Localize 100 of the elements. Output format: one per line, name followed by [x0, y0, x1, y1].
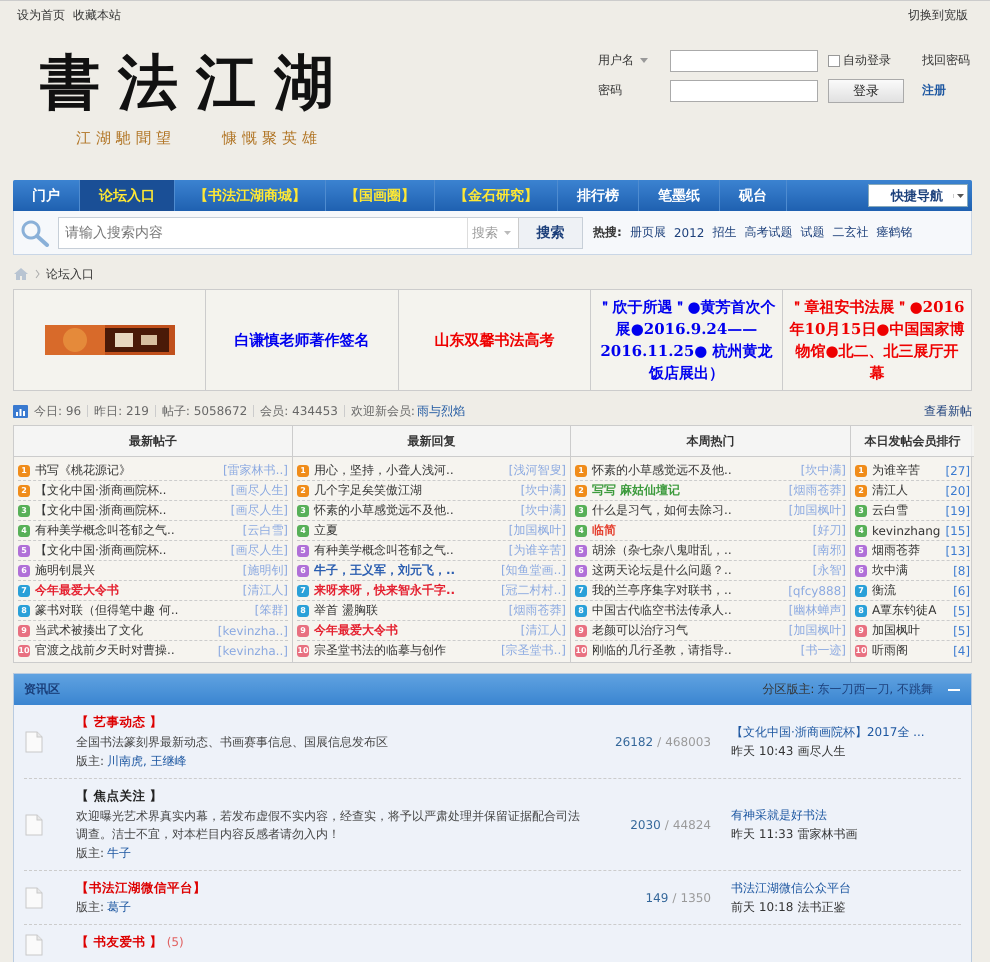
member-link[interactable]: 加国枫叶: [872, 622, 948, 639]
banner-link[interactable]: ＂欣于所遇＂●黄芳首次个展●2016.9.24——2016.11.25● 杭州黄龙饭店展出）: [591, 296, 782, 384]
thread-link[interactable]: 当武术被揍出了文化: [35, 622, 213, 639]
member-link[interactable]: 为谁辛苦: [872, 462, 940, 479]
forum-title-link[interactable]: 【 焦点关注 】: [76, 788, 163, 803]
hot-search-link[interactable]: 二玄社: [832, 224, 868, 241]
hot-search-link[interactable]: 高考试题: [744, 224, 792, 241]
member-link[interactable]: 云白雪: [872, 502, 940, 519]
banner-link[interactable]: 白谦慎老师著作签名: [228, 329, 376, 351]
quick-nav-button[interactable]: 快捷导航: [868, 184, 968, 207]
forum-title-link[interactable]: 【 艺事动态 】: [76, 714, 163, 729]
breadcrumb-link[interactable]: 论坛入口: [46, 266, 94, 282]
chart-icon: [13, 404, 28, 418]
forum-title-link[interactable]: 【 书友爱书 】: [76, 934, 163, 949]
width-switch-link[interactable]: 切换到宽版: [908, 7, 968, 31]
last-post-link[interactable]: 【文化中国·浙商画院杯】2017全 ...: [731, 724, 961, 741]
thread-link[interactable]: 中国古代临空书法传承人..: [592, 602, 784, 619]
hot-search-link[interactable]: 册页展: [630, 224, 666, 241]
column-heading: 本周热门: [571, 426, 850, 457]
username-field[interactable]: [670, 50, 818, 72]
rank-number: 6: [18, 564, 30, 576]
nav-tab[interactable]: 论坛入口: [80, 180, 175, 211]
hot-search-link[interactable]: 瘗鹤铭: [876, 224, 912, 241]
rank-number: 1: [575, 464, 587, 476]
search-field[interactable]: 请输入搜索内容 搜索 搜索: [58, 216, 583, 248]
thread-link[interactable]: 写写 麻姑仙壇记: [592, 482, 784, 499]
rank-number: 6: [575, 564, 587, 576]
hot-search-label: 热搜:: [593, 224, 622, 241]
thread-link[interactable]: 书写《桃花源记》: [35, 462, 218, 479]
banner-link[interactable]: ＂章祖安书法展＂●2016年10月15日●中国国家博物馆●北二、北三展厅开幕: [783, 296, 971, 384]
rank-number: 5: [855, 544, 867, 556]
top-link[interactable]: 收藏本站: [73, 7, 121, 31]
thread-link[interactable]: 有种美学概念叫苍郁之气..: [314, 542, 504, 559]
search-icon: [20, 218, 50, 246]
top-link[interactable]: 设为首页: [17, 7, 65, 31]
thread-link[interactable]: 有种美学概念叫苍郁之气..: [35, 522, 238, 539]
password-field[interactable]: [670, 80, 818, 102]
member-link[interactable]: A覃东钓徒A: [872, 602, 948, 619]
thread-link[interactable]: 今年最爱大令书: [35, 582, 238, 599]
thread-link[interactable]: 今年最爱大令书: [314, 622, 516, 639]
rank-number: 8: [575, 604, 587, 616]
thread-link[interactable]: 来呀来呀，快来智永千字..: [314, 582, 496, 599]
forum-title-link[interactable]: 【书法江湖微信平台】: [76, 880, 206, 895]
thread-link[interactable]: 几个字足矣笑傲江湖: [314, 482, 516, 499]
last-poster-link[interactable]: 雷家林书画: [797, 827, 858, 841]
new-posts-link[interactable]: 查看新帖: [924, 402, 972, 420]
rank-number: 10: [855, 644, 867, 656]
thread-count: 26182: [614, 735, 654, 749]
thread-link[interactable]: 举首 盪胸联: [314, 602, 504, 619]
thread-link[interactable]: 官渡之战前夕天时对曹操..: [35, 642, 213, 659]
thread-link[interactable]: 刚临的几行圣教，请指导..: [592, 642, 796, 659]
member-link[interactable]: 坎中满: [872, 562, 948, 579]
thread-link[interactable]: 我的兰亭序集字对联书，..: [592, 582, 784, 599]
banner-link[interactable]: 山东双馨书法高考: [428, 329, 560, 351]
slogan: 江湖馳聞望: [76, 129, 176, 148]
thread-link[interactable]: 施明钊晨兴: [35, 562, 238, 579]
member-link[interactable]: 听雨阁: [872, 642, 948, 659]
column-heading: 最新帖子: [14, 426, 292, 457]
register-link[interactable]: 注册: [922, 82, 970, 99]
rank-number: 6: [297, 564, 309, 576]
login-button[interactable]: 登录: [828, 78, 904, 102]
thread-link[interactable]: 【文化中国·浙商画院杯..: [35, 502, 226, 519]
thread-link[interactable]: 用心，坚持，小聋人浅河..: [314, 462, 504, 479]
last-poster-link[interactable]: 画尽人生: [797, 744, 846, 758]
rank-number: 4: [855, 524, 867, 536]
rank-number: 7: [575, 584, 587, 596]
thread-link[interactable]: 牛子，王义军，刘元飞，..: [314, 562, 496, 579]
rank-number: 8: [18, 604, 30, 616]
thread-link[interactable]: 宗圣堂书法的临摹与创作: [314, 642, 496, 659]
last-post-link[interactable]: 书法江湖微信公众平台: [731, 880, 961, 897]
column-heading: 本日发帖会员排行: [851, 426, 974, 457]
thread-link[interactable]: 老颜可以治疗习气: [592, 622, 784, 639]
hot-search-link[interactable]: 2012: [674, 226, 704, 240]
thread-link[interactable]: 怀素的小草感觉远不及他..: [314, 502, 516, 519]
moderator-link[interactable]: 葛子: [107, 900, 132, 914]
moderator-link[interactable]: 牛子: [107, 846, 132, 860]
forgot-password-link[interactable]: 找回密码: [922, 52, 970, 69]
member-link[interactable]: kevinzhang: [872, 524, 940, 538]
last-post-link[interactable]: 有神采就是好书法: [731, 807, 961, 824]
thread-link[interactable]: 立夏: [314, 522, 504, 539]
thread-link[interactable]: 临简: [592, 522, 808, 539]
rank-number: 4: [297, 524, 309, 536]
thread-link[interactable]: 篆书对联（但得笔中趣 何..: [35, 602, 250, 619]
thread-link[interactable]: 【文化中国·浙商画院杯..: [35, 542, 226, 559]
thread-link[interactable]: 胡涂（杂七杂八鬼咁乱，..: [592, 542, 808, 559]
member-link[interactable]: 烟雨苍莽: [872, 542, 940, 559]
new-member-link[interactable]: 雨与烈焰: [416, 402, 465, 420]
thread-link[interactable]: 这两天论坛是什么问题？..: [592, 562, 808, 579]
member-link[interactable]: 衡流: [872, 582, 948, 599]
auto-login-checkbox[interactable]: 自动登录: [828, 52, 904, 69]
member-link[interactable]: 清江人: [872, 482, 940, 499]
thread-link[interactable]: 【文化中国·浙商画院杯..: [35, 482, 226, 499]
hot-search-link[interactable]: 试题: [800, 224, 824, 241]
rank-number: 4: [575, 524, 587, 536]
moderator-link[interactable]: 川南虎, 王继峰: [107, 754, 187, 768]
last-poster-link[interactable]: 法书正鉴: [797, 900, 846, 914]
thread-link[interactable]: 什么是习气，如何去除习..: [592, 502, 784, 519]
thread-link[interactable]: 怀素的小草感觉远不及他..: [592, 462, 796, 479]
search-button[interactable]: 搜索: [518, 218, 582, 248]
hot-search-link[interactable]: 招生: [712, 224, 736, 241]
